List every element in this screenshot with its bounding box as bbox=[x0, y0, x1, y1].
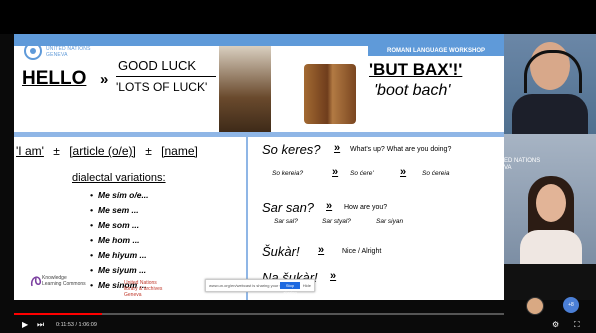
participant-avatar[interactable] bbox=[526, 297, 544, 315]
formula-i-am: 'I am' bbox=[16, 144, 44, 158]
un-wall-text: ED NATIONS VA bbox=[504, 158, 541, 171]
list-item: Me som ... bbox=[90, 218, 149, 233]
un-emblem-icon bbox=[24, 42, 42, 60]
hello-heading: HELLO bbox=[22, 68, 87, 89]
slide-column-divider bbox=[246, 135, 248, 300]
list-item: Me hom ... bbox=[90, 233, 149, 248]
so-keres-translation: What's up? What are you doing? bbox=[350, 146, 452, 153]
more-participants-avatar[interactable]: +8 bbox=[563, 297, 579, 313]
so-cereia-variant: So ćereia bbox=[422, 170, 450, 177]
arrow-so-cere: » bbox=[400, 166, 407, 178]
so-kereia-variant: So kereia? bbox=[272, 170, 304, 177]
workshop-label: ROMANI LANGUAGE WORKSHOP bbox=[368, 46, 504, 56]
lots-of-luck-text: 'LOTS OF LUCK' bbox=[116, 80, 208, 94]
fullscreen-icon[interactable]: ⛶ bbox=[574, 320, 580, 330]
participant-video-1[interactable] bbox=[504, 34, 596, 134]
stop-sharing-button[interactable]: Stop sharing bbox=[280, 282, 300, 295]
skip-next-icon[interactable]: ⏭ bbox=[37, 320, 44, 330]
formula-plus-1: ± bbox=[53, 144, 60, 158]
sar-styal-variant: Sar styal? bbox=[322, 218, 351, 225]
play-icon[interactable]: ▶ bbox=[22, 320, 28, 330]
grammar-formula: 'I am' ± [article (o/e)] ± [name] bbox=[16, 144, 204, 158]
list-item: Me sím o/e... bbox=[90, 188, 149, 203]
hide-button[interactable]: Hide bbox=[303, 282, 311, 289]
list-item: Me sem ... bbox=[90, 203, 149, 218]
list-item: Me hiyum ... bbox=[90, 248, 149, 263]
un-library-text: United Nations library & archives Geneva bbox=[124, 280, 163, 298]
video-progress-bar[interactable] bbox=[14, 313, 504, 315]
musician-photo bbox=[219, 46, 271, 132]
settings-gear-icon[interactable]: ⚙ bbox=[552, 320, 559, 330]
screen-share-banner: www.un.org/en/webcast is sharing your sc… bbox=[205, 279, 315, 295]
arrow-sar-san: » bbox=[326, 200, 333, 212]
participant-strip bbox=[504, 264, 596, 300]
arrow-na-sukar: » bbox=[330, 270, 337, 282]
knowledge-commons-text: Knowledge Learning Commons bbox=[42, 275, 86, 287]
slide-top-band bbox=[14, 34, 504, 46]
dialectal-title: dialectal variations: bbox=[72, 172, 166, 184]
arrow-so-keres: » bbox=[334, 142, 341, 154]
slide-mid-band bbox=[14, 132, 504, 137]
video-time: 0:11:53 / 1:06:09 bbox=[56, 322, 97, 328]
arrow-sukar: » bbox=[318, 244, 325, 256]
formula-name: [name] bbox=[161, 144, 198, 158]
presentation-slide: UNITED NATIONS GENEVA HELLO » GOOD LUCK … bbox=[14, 34, 504, 300]
sukar-translation: Nice / Alright bbox=[342, 248, 382, 255]
so-cere-variant: So ćere' bbox=[350, 170, 374, 177]
boots-photo bbox=[304, 64, 356, 124]
formula-plus-2: ± bbox=[145, 144, 152, 158]
so-keres-phrase: So keres? bbox=[262, 142, 321, 157]
formula-article: [article (o/e)] bbox=[69, 144, 136, 158]
sukar-phrase: Šukàr! bbox=[262, 244, 300, 259]
dialectal-list: Me sím o/e... Me sem ... Me som ... Me h… bbox=[90, 188, 149, 293]
sar-sal-variant: Sar sal? bbox=[274, 218, 298, 225]
participant-face bbox=[536, 184, 566, 222]
but-bax-heading: 'BUT BAX'!' bbox=[369, 60, 463, 79]
un-logo-text: UNITED NATIONS GENEVA bbox=[46, 46, 91, 58]
participant-body bbox=[512, 94, 588, 134]
video-progress-fill bbox=[14, 313, 103, 315]
participant-video-2[interactable]: ED NATIONS VA bbox=[504, 134, 596, 264]
boot-bach-pronunciation: 'boot bach' bbox=[374, 82, 451, 99]
arrow-so-kereia: » bbox=[332, 166, 339, 178]
fraction-line bbox=[116, 76, 216, 77]
good-luck-text: GOOD LUCK bbox=[118, 58, 197, 73]
arrow-hello: » bbox=[100, 71, 109, 88]
video-top-bar bbox=[0, 0, 596, 34]
participant-body bbox=[520, 230, 582, 264]
sar-san-translation: How are you? bbox=[344, 204, 388, 211]
list-item: Me siyum ... bbox=[90, 263, 149, 278]
headset-icon bbox=[524, 50, 582, 93]
sar-siyan-variant: Sar siyan bbox=[376, 218, 404, 225]
sar-san-phrase: Sar san? bbox=[262, 200, 315, 215]
